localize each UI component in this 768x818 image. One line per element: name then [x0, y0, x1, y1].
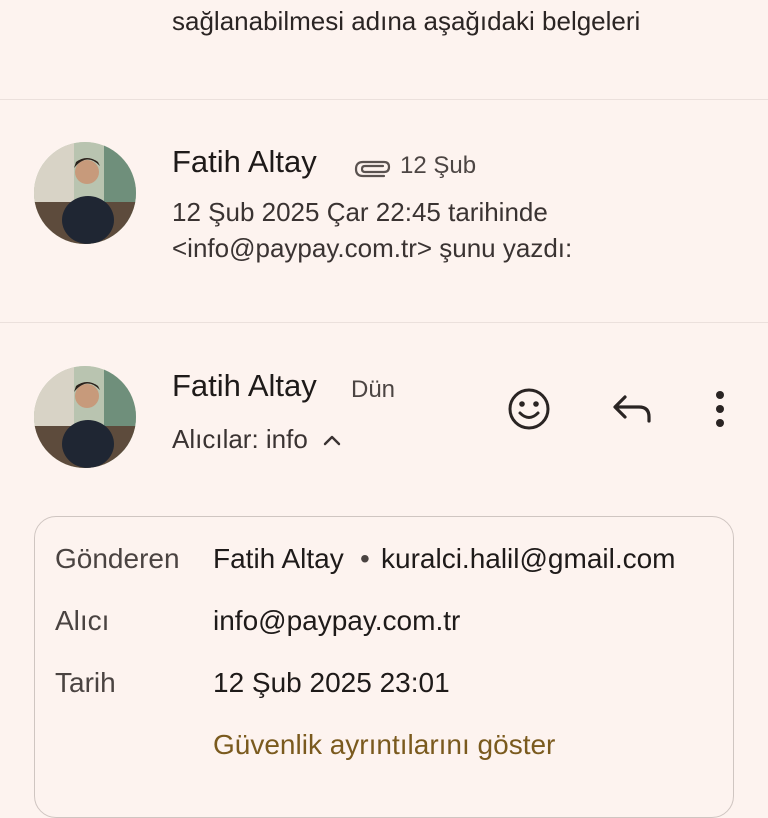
date-value: 12 Şub 2025 23:01: [213, 667, 450, 698]
message-snippet-line1: 12 Şub 2025 Çar 22:45 tarihinde: [172, 197, 548, 227]
message-snippet-line2: <info@paypay.com.tr> şunu yazdı:: [172, 233, 573, 263]
recipients-label: Alıcılar: info: [172, 424, 308, 454]
message-collapsed[interactable]: Fatih Altay 12 Şub 12 Şub 2025 Çar 22:45…: [0, 100, 768, 322]
chevron-up-icon: [323, 435, 341, 445]
to-value[interactable]: info@paypay.com.tr: [213, 605, 460, 637]
recipients-toggle[interactable]: Alıcılar: info: [172, 424, 342, 455]
paperclip-icon: [350, 158, 392, 185]
reply-icon: [613, 395, 651, 423]
sender-name: Fatih Altay: [172, 368, 317, 403]
to-label: Alıcı: [55, 605, 110, 636]
more-options-button[interactable]: [694, 383, 746, 435]
from-label: Gönderen: [55, 543, 180, 574]
message-date: 12 Şub: [400, 152, 477, 179]
from-email[interactable]: kuralci.halil@gmail.com: [381, 543, 676, 575]
previous-message-snippet[interactable]: sağlanabilmesi adına aşağıdaki belgeleri: [172, 6, 640, 37]
avatar[interactable]: [34, 366, 136, 468]
avatar[interactable]: [34, 142, 136, 244]
add-reaction-button[interactable]: [503, 383, 555, 435]
security-details-link[interactable]: Güvenlik ayrıntılarını göster: [213, 729, 555, 761]
add-reaction-icon: [508, 388, 550, 430]
message-details-panel: Gönderen Fatih Altay • kuralci.halil@gma…: [34, 516, 734, 818]
divider: [0, 322, 768, 323]
date-label: Tarih: [55, 667, 116, 698]
reply-button[interactable]: [606, 383, 658, 435]
from-name: Fatih Altay: [213, 543, 344, 574]
message-date: Dün: [351, 376, 396, 403]
sender-name: Fatih Altay: [172, 144, 317, 179]
more-vert-icon: [716, 391, 724, 427]
from-separator: •: [360, 543, 370, 574]
